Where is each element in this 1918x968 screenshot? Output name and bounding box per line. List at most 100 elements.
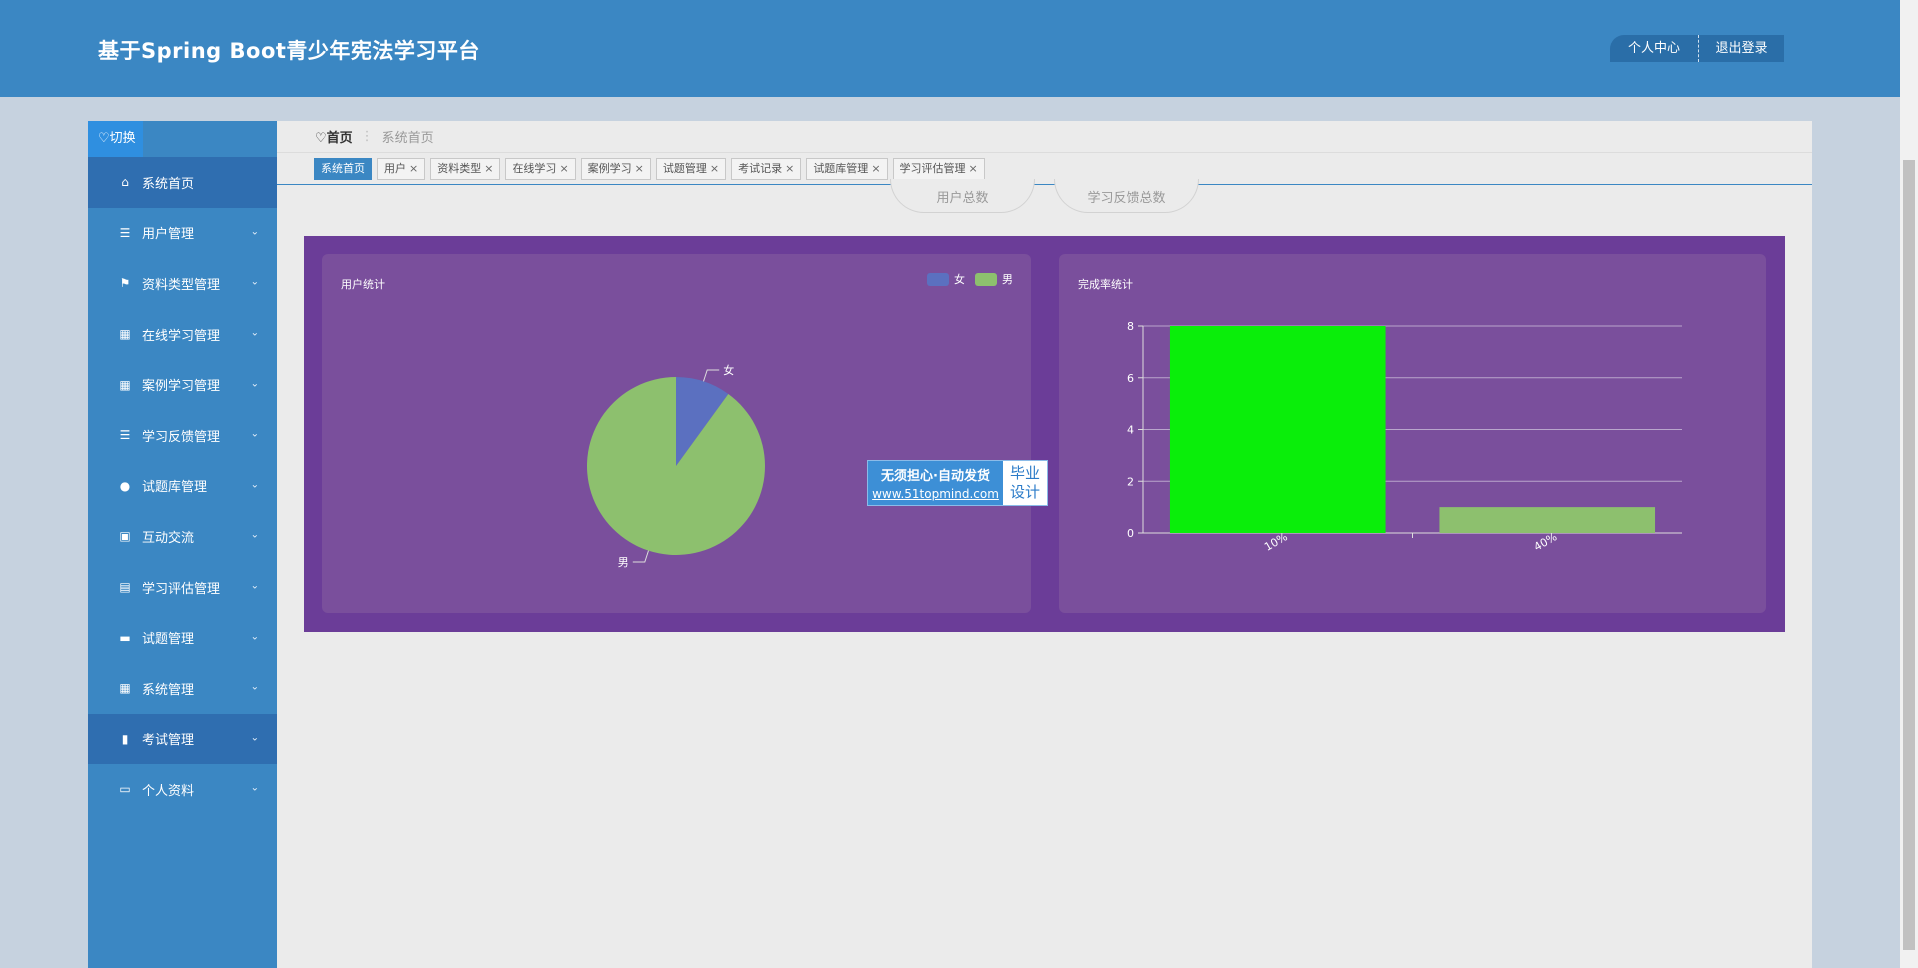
chevron-down-icon: ⌄ bbox=[250, 428, 259, 440]
chevron-down-icon: ⌄ bbox=[250, 732, 259, 744]
tab-1[interactable]: 用户 × bbox=[377, 157, 426, 180]
close-icon[interactable]: × bbox=[559, 162, 568, 175]
pie-label-line bbox=[703, 369, 720, 382]
sidebar-item-label: 试题管理 bbox=[142, 632, 195, 648]
watermark-side1: 毕业 bbox=[1009, 464, 1040, 482]
tab-label: 试题库管理 bbox=[813, 161, 869, 175]
sidebar-switch-button[interactable]: ♡切换 bbox=[88, 121, 143, 157]
sidebar-item-label: 试题库管理 bbox=[142, 480, 208, 496]
tab-7[interactable]: 试题库管理 × bbox=[806, 157, 888, 180]
chevron-down-icon: ⌄ bbox=[250, 782, 259, 794]
chevron-down-icon: ⌄ bbox=[250, 327, 259, 339]
watermark-badge: 无须担心·自动发货 www.51topmind.com 毕业 设计 bbox=[867, 460, 1048, 506]
brush-icon: ▬ bbox=[119, 630, 131, 645]
chevron-down-icon: ⌄ bbox=[250, 479, 259, 491]
y-tick-label: 6 bbox=[1127, 372, 1134, 385]
chevron-down-icon: ⌄ bbox=[250, 631, 259, 643]
pie-slice-1[interactable] bbox=[587, 377, 765, 555]
watermark-line1: 无须担心·自动发货 bbox=[881, 469, 990, 484]
profile-center-button[interactable]: 个人中心 bbox=[1610, 35, 1698, 62]
pie-slice-label: 女 bbox=[723, 363, 734, 377]
bar-0[interactable] bbox=[1169, 326, 1386, 533]
bar-1[interactable] bbox=[1439, 507, 1656, 533]
sidebar-item-9[interactable]: ▬ 试题管理 ⌄ bbox=[88, 612, 277, 663]
app-title: 基于Spring Boot青少年宪法学习平台 bbox=[98, 39, 480, 63]
close-icon[interactable]: × bbox=[969, 162, 978, 175]
tab-6[interactable]: 考试记录 × bbox=[731, 157, 802, 180]
list-icon: ☰ bbox=[119, 428, 131, 443]
charts-panel: 用户统计 女 男 女男 完成率统计 0 2 4 6 8 10% 40% bbox=[304, 236, 1785, 632]
sidebar-item-label: 系统管理 bbox=[142, 682, 195, 698]
right-gutter bbox=[1812, 121, 1900, 968]
breadcrumb: ♡首页 ⋮ 系统首页 bbox=[277, 121, 1812, 153]
chevron-down-icon: ⌄ bbox=[250, 529, 259, 541]
sidebar-item-5[interactable]: ☰ 学习反馈管理 ⌄ bbox=[88, 410, 277, 461]
chevron-down-icon: ⌄ bbox=[250, 226, 259, 238]
tab-2[interactable]: 资料类型 × bbox=[430, 157, 501, 180]
close-icon[interactable]: × bbox=[484, 162, 493, 175]
close-icon[interactable]: × bbox=[785, 162, 794, 175]
sidebar-item-8[interactable]: ▤ 学习评估管理 ⌄ bbox=[88, 562, 277, 613]
user-icon: ● bbox=[119, 478, 131, 493]
tab-label: 系统首页 bbox=[321, 161, 365, 175]
tab-label: 用户 bbox=[384, 161, 406, 175]
breadcrumb-current: 系统首页 bbox=[381, 131, 434, 146]
tab-0[interactable]: 系统首页 bbox=[314, 157, 372, 180]
sidebar-item-12[interactable]: ▭ 个人资料 ⌄ bbox=[88, 764, 277, 815]
sidebar-item-label: 个人资料 bbox=[142, 783, 195, 799]
sidebar-item-4[interactable]: ▦ 案例学习管理 ⌄ bbox=[88, 359, 277, 410]
close-icon[interactable]: × bbox=[635, 162, 644, 175]
y-tick-label: 0 bbox=[1127, 527, 1134, 540]
y-tick-label: 8 bbox=[1127, 320, 1134, 333]
tab-bar: 系统首页 用户 × 资料类型 × 在线学习 × 案例学习 × 试题管理 × 考试记录 × 试题库管理 × 学习… bbox=[277, 153, 1812, 185]
tab-label: 试题管理 bbox=[662, 161, 707, 175]
sidebar-item-1[interactable]: ☰ 用户管理 ⌄ bbox=[88, 208, 277, 259]
tab-label: 资料类型 bbox=[437, 161, 482, 175]
watermark-main: 无须担心·自动发货 www.51topmind.com bbox=[868, 461, 1003, 505]
sidebar-item-label: 学习反馈管理 bbox=[142, 429, 221, 445]
tab-label: 考试记录 bbox=[738, 161, 783, 175]
y-tick-label: 4 bbox=[1127, 424, 1134, 437]
tab-8[interactable]: 学习评估管理 × bbox=[892, 157, 985, 180]
logout-button[interactable]: 退出登录 bbox=[1698, 35, 1784, 62]
breadcrumb-home-link[interactable]: ♡首页 bbox=[315, 127, 353, 146]
scrollbar-thumb[interactable] bbox=[1903, 160, 1915, 950]
bar-chart-card: 完成率统计 0 2 4 6 8 10% 40% bbox=[1059, 254, 1766, 613]
sidebar-item-label: 用户管理 bbox=[142, 227, 195, 243]
tab-3[interactable]: 在线学习 × bbox=[505, 157, 576, 180]
watermark-side2: 设计 bbox=[1009, 483, 1040, 501]
sidebar-item-2[interactable]: ⚑ 资料类型管理 ⌄ bbox=[88, 258, 277, 309]
tab-label: 案例学习 bbox=[587, 161, 632, 175]
tab-4[interactable]: 案例学习 × bbox=[580, 157, 651, 180]
pie-chart: 女男 bbox=[587, 363, 765, 569]
bar-chart-icon: ▮ bbox=[121, 731, 129, 746]
sidebar-item-3[interactable]: ▦ 在线学习管理 ⌄ bbox=[88, 309, 277, 360]
watermark-url: www.51topmind.com bbox=[872, 487, 999, 501]
tab-label: 学习评估管理 bbox=[899, 161, 966, 175]
tab-label: 在线学习 bbox=[512, 161, 557, 175]
chevron-down-icon: ⌄ bbox=[250, 276, 259, 288]
card-icon: ▭ bbox=[119, 782, 131, 797]
sidebar-item-6[interactable]: ● 试题库管理 ⌄ bbox=[88, 461, 277, 512]
tab-5[interactable]: 试题管理 × bbox=[655, 157, 727, 180]
sidebar-item-11[interactable]: ▮ 考试管理 ⌄ bbox=[88, 713, 277, 765]
close-icon[interactable]: × bbox=[710, 162, 719, 175]
bar-chart: 0 2 4 6 8 10% 40% bbox=[1127, 320, 1682, 554]
x-tick-label: 10% bbox=[1262, 530, 1290, 553]
close-icon[interactable]: × bbox=[871, 162, 880, 175]
chart-line-icon: ▤ bbox=[119, 580, 131, 595]
sidebar-item-7[interactable]: ▣ 互动交流 ⌄ bbox=[88, 511, 277, 562]
sidebar-item-0[interactable]: ⌂ 系统首页 bbox=[88, 157, 277, 208]
page-scrollbar[interactable] bbox=[1900, 0, 1918, 968]
grid-icon: ▦ bbox=[119, 377, 131, 392]
sidebar-item-label: 学习评估管理 bbox=[142, 581, 221, 597]
user-total-stat: 用户总数 bbox=[890, 179, 1035, 213]
sidebar-item-10[interactable]: ▦ 系统管理 ⌄ bbox=[88, 663, 277, 714]
breadcrumb-separator: ⋮ bbox=[360, 129, 374, 144]
pie-slice-label: 男 bbox=[618, 556, 629, 569]
close-icon[interactable]: × bbox=[409, 162, 418, 175]
pie-chart-card: 用户统计 女 男 女男 bbox=[322, 254, 1031, 613]
pie-label-line bbox=[632, 550, 649, 563]
sidebar-item-label: 在线学习管理 bbox=[142, 328, 221, 344]
watermark-side: 毕业 设计 bbox=[1003, 461, 1047, 505]
